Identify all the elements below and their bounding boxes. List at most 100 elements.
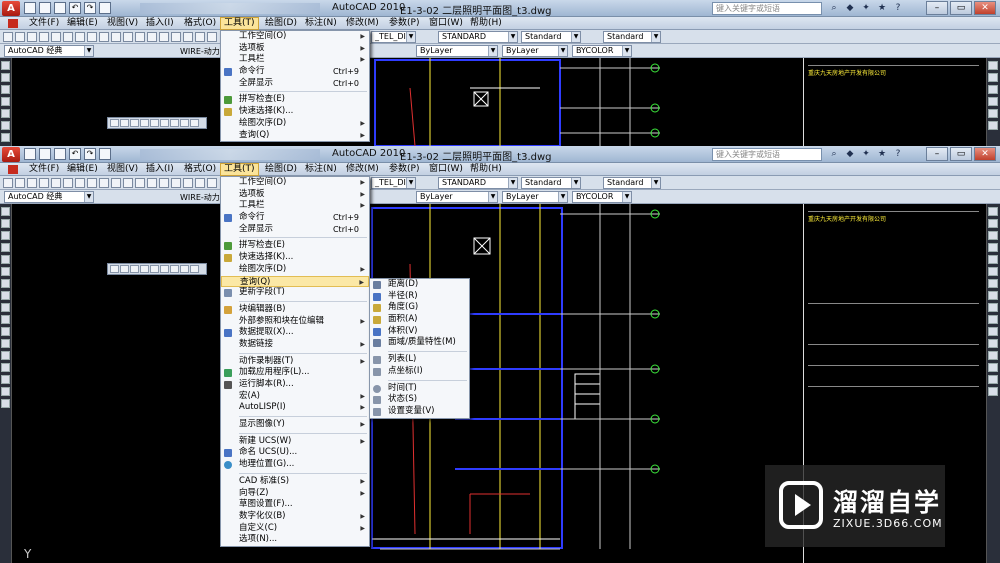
help-icon[interactable]: ? xyxy=(892,2,904,14)
help-search-input[interactable]: 键入关键字或短语 xyxy=(712,2,822,15)
menu-item-status[interactable]: 状态(S) xyxy=(370,394,469,406)
floating-toolbar[interactable] xyxy=(107,117,207,129)
menu-item-toolbars[interactable]: 工具栏 ▶ xyxy=(221,200,369,212)
menu-window[interactable]: 窗口(W) xyxy=(426,163,466,176)
text-style-combo[interactable]: STANDARD ▼ xyxy=(438,177,518,189)
arc-tool-icon[interactable] xyxy=(1,109,10,118)
menu-item-customize[interactable]: 自定义(C) ▶ xyxy=(221,523,369,535)
fillet-tool-icon[interactable] xyxy=(988,375,998,384)
tool-icon[interactable] xyxy=(15,178,25,188)
menu-item-volume[interactable]: 体积(V) xyxy=(370,326,469,338)
insert-block-icon[interactable] xyxy=(1,315,10,324)
tool-icon[interactable] xyxy=(51,32,61,42)
menu-tools[interactable]: 工具(T) xyxy=(220,17,259,30)
tool-icon[interactable] xyxy=(111,178,121,188)
menu-format[interactable]: 格式(O) xyxy=(181,163,219,176)
communication-icon[interactable]: ✦ xyxy=(860,2,872,14)
tool-icon[interactable] xyxy=(183,32,193,42)
menu-item-autolisp[interactable]: AutoLISP(I) ▶ xyxy=(221,402,369,414)
polyline-tool-icon[interactable] xyxy=(1,73,10,82)
document-menu-icon[interactable] xyxy=(8,19,18,28)
minimize-button[interactable]: – xyxy=(926,147,948,161)
search-icon[interactable]: ⌕ xyxy=(828,2,840,14)
tool-icon[interactable] xyxy=(99,178,109,188)
tool-icon[interactable] xyxy=(63,178,73,188)
autocad-logo-icon[interactable]: A xyxy=(2,147,20,162)
menu-item-inquiry[interactable]: 查询(Q) ▶ xyxy=(221,130,369,142)
menu-item-run-script[interactable]: 运行脚本(R)... xyxy=(221,379,369,391)
menu-view[interactable]: 视图(V) xyxy=(104,163,141,176)
table-style-combo[interactable]: Standard ▼ xyxy=(521,177,581,189)
workspace-combo[interactable]: AutoCAD 经典 ▼ xyxy=(4,45,94,57)
menu-insert[interactable]: 插入(I) xyxy=(143,17,177,30)
table-tool-icon[interactable] xyxy=(1,387,10,396)
plot-icon[interactable] xyxy=(99,148,111,160)
tool-icon[interactable] xyxy=(123,32,133,42)
text-style-combo[interactable]: STANDARD ▼ xyxy=(438,31,518,43)
erase-tool-icon[interactable] xyxy=(988,207,998,216)
color-combo[interactable]: BYCOLOR ▼ xyxy=(572,45,632,57)
communication-icon[interactable]: ✦ xyxy=(860,148,872,160)
extend-tool-icon[interactable] xyxy=(988,327,998,336)
tool-icon[interactable] xyxy=(195,178,205,188)
rectangle-tool-icon[interactable] xyxy=(1,243,10,252)
arc-tool-icon[interactable] xyxy=(1,255,10,264)
menu-item-inquiry[interactable]: 查询(Q) ▶ xyxy=(221,275,369,288)
tool-icon[interactable] xyxy=(87,178,97,188)
close-button[interactable]: ✕ xyxy=(974,147,996,161)
move-tool-icon[interactable] xyxy=(988,267,998,276)
menu-item-command-line[interactable]: 命令行 Ctrl+9 xyxy=(221,66,369,78)
linetype-combo[interactable]: ByLayer ▼ xyxy=(416,191,498,203)
cloud-tool-icon[interactable] xyxy=(1,133,10,142)
tool-icon[interactable] xyxy=(3,32,13,42)
tool-icon[interactable] xyxy=(207,178,217,188)
tool-icon[interactable] xyxy=(159,32,169,42)
menu-item-draw-order[interactable]: 绘图次序(D) ▶ xyxy=(221,118,369,130)
menu-item-xref-edit[interactable]: 外部参照和块在位编辑 ▶ xyxy=(221,316,369,328)
tool-icon[interactable] xyxy=(135,178,145,188)
tool-icon[interactable] xyxy=(3,178,13,188)
polygon-tool-icon[interactable] xyxy=(1,231,10,240)
tool-icon[interactable] xyxy=(183,178,193,188)
mleader-style-combo[interactable]: Standard ▼ xyxy=(603,31,661,43)
current-layer[interactable]: WIRE-动力 xyxy=(180,46,220,57)
join-tool-icon[interactable] xyxy=(988,351,998,360)
undo-icon[interactable]: ↶ xyxy=(69,148,81,160)
menu-item-spell-check[interactable]: 拼写检查(E) xyxy=(221,240,369,252)
menu-item-list[interactable]: 列表(L) xyxy=(370,354,469,366)
menu-item-area[interactable]: 面积(A) xyxy=(370,314,469,326)
menu-item-wizards[interactable]: 向导(Z) ▶ xyxy=(221,488,369,500)
tool-icon[interactable] xyxy=(123,178,133,188)
circle-tool-icon[interactable] xyxy=(1,121,10,130)
tool-icon[interactable] xyxy=(75,32,85,42)
tool-icon[interactable] xyxy=(75,178,85,188)
redo-icon[interactable]: ↷ xyxy=(84,148,96,160)
close-button[interactable]: ✕ xyxy=(974,1,996,15)
menu-item-command-line[interactable]: 命令行 Ctrl+9 xyxy=(221,212,369,224)
menu-item-toolbars[interactable]: 工具栏 ▶ xyxy=(221,54,369,66)
cloud-tool-icon[interactable] xyxy=(1,279,10,288)
lineweight-combo[interactable]: ByLayer ▼ xyxy=(502,45,568,57)
tool-icon[interactable] xyxy=(171,32,181,42)
polyline-tool-icon[interactable] xyxy=(1,219,10,228)
tool-icon[interactable] xyxy=(27,32,37,42)
menu-item-tablet[interactable]: 数字化仪(B) ▶ xyxy=(221,511,369,523)
search-icon[interactable]: ⌕ xyxy=(828,148,840,160)
rotate-tool-icon[interactable] xyxy=(988,279,998,288)
menu-dimension[interactable]: 标注(N) xyxy=(302,17,340,30)
spline-tool-icon[interactable] xyxy=(1,291,10,300)
mirror-tool-icon[interactable] xyxy=(988,85,998,94)
tool-icon[interactable] xyxy=(51,178,61,188)
line-tool-icon[interactable] xyxy=(1,207,10,216)
menu-help[interactable]: 帮助(H) xyxy=(467,163,505,176)
floating-toolbar[interactable] xyxy=(107,263,207,275)
line-tool-icon[interactable] xyxy=(1,61,10,70)
tool-icon[interactable] xyxy=(27,178,37,188)
workspace-combo[interactable]: AutoCAD 经典 ▼ xyxy=(4,191,94,203)
menu-draw[interactable]: 绘图(D) xyxy=(262,17,300,30)
break-tool-icon[interactable] xyxy=(988,339,998,348)
new-file-icon[interactable] xyxy=(24,2,36,14)
menu-format[interactable]: 格式(O) xyxy=(181,17,219,30)
menu-item-mass-properties[interactable]: 面域/质量特性(M) xyxy=(370,337,469,349)
menu-item-quick-select[interactable]: 快速选择(K)... xyxy=(221,106,369,118)
